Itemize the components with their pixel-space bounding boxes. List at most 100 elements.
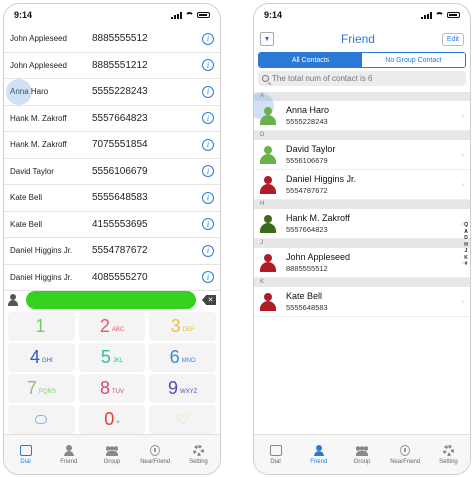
tab-label: NearFriend [140,458,171,465]
info-icon[interactable]: i [202,59,214,72]
tab-group[interactable]: Group [340,435,383,474]
contact-name: David Taylor [286,144,336,154]
key-3[interactable]: 3 DEF [149,312,216,341]
key-6[interactable]: 6 MNO [149,343,216,372]
key-letters: DEF [182,326,195,333]
avatar-icon [260,253,276,272]
contact-phone: 8885555512 [286,264,328,273]
info-icon[interactable]: i [202,32,214,45]
tab-dial[interactable]: Dial [4,435,47,474]
list-item[interactable]: David Taylor 5556106679 i [4,159,220,185]
contact-info: Hank M. Zakroff 5557664823 [286,213,461,234]
tab-friend[interactable]: Friend [47,435,90,474]
info-icon[interactable]: i [202,191,214,204]
list-item[interactable]: John Appleseed 8885555512 i [4,26,220,53]
info-icon[interactable]: i [202,218,214,231]
contact-row[interactable]: Kate Bell 5555648583 › [254,287,470,317]
key-digit: 7 [26,378,37,398]
info-icon[interactable]: i [202,85,214,98]
key-letters: TUV [112,388,124,395]
key-2[interactable]: 2 ABC [78,312,146,341]
message-icon [35,415,48,424]
touch-indicator [6,79,32,105]
contact-phone: 5556106679 [286,156,328,165]
contact-row[interactable]: Hank M. Zakroff 5557664823 › [254,209,470,239]
search-bar[interactable]: The total num of contact is 6 [258,71,466,86]
key-1[interactable]: 1 [8,312,75,341]
tab-setting[interactable]: Setting [177,435,220,474]
contact-name: Daniel Higgins Jr. [10,272,73,282]
key-5[interactable]: 5 JKL [78,343,146,372]
info-icon[interactable]: i [202,165,214,178]
add-contact-icon[interactable] [8,294,20,306]
index-letter[interactable]: # [464,261,468,268]
contact-name: Kate Bell [10,219,43,229]
key-letters: WXYZ [179,388,198,395]
list-item[interactable]: John Appleseed 8885551212 i [4,53,220,79]
list-item[interactable]: Hank M. Zakroff 5557664823 i [4,106,220,132]
heart-icon: ♡ [176,411,189,427]
tab-setting[interactable]: Setting [427,435,470,474]
dropdown-button[interactable]: ▼ [260,32,274,46]
near-friend-icon [400,444,411,456]
key-4[interactable]: 4 GHI [8,343,75,372]
info-icon[interactable]: i [202,112,214,125]
contact-row[interactable]: David Taylor 5556106679 › [254,140,470,170]
list-item[interactable]: Kate Bell 4155553695 i [4,212,220,238]
key-message[interactable] [8,405,75,434]
section-index[interactable]: Q A D H J K # [464,222,468,268]
tab-label: Group [103,458,121,465]
avatar-icon [260,175,276,194]
key-digit: 2 [99,316,110,336]
key-7[interactable]: 7 PQRS [8,374,75,403]
key-digit: 8 [99,378,110,398]
list-item[interactable]: Daniel Higgins Jr. 5554787672 i [4,238,220,265]
status-bar: 9:14 [254,4,470,26]
backspace-icon[interactable]: ✕ [202,295,216,305]
tab-nearfriend[interactable]: NearFriend [384,435,427,474]
contact-row[interactable]: Daniel Higgins Jr. 5554787672 › [254,170,470,200]
key-digit: 3 [170,316,181,336]
tab-group[interactable]: Group [90,435,133,474]
tab-nearfriend[interactable]: NearFriend [134,435,177,474]
tab-friend[interactable]: Friend [297,435,340,474]
segment-no-group-contact[interactable]: No Group Contact [362,53,465,67]
edit-button[interactable]: Edit [441,32,464,46]
call-button[interactable] [26,291,196,309]
contact-list: A Anna Haro 5555228243 › D David Taylor 555610… [254,92,470,317]
tab-label: NearFriend [390,458,421,465]
list-item[interactable]: Daniel Higgins Jr. 4085555270 i [4,265,220,291]
list-item[interactable]: Anna Haro 5555228243 i [4,79,220,106]
contact-row[interactable]: John Appleseed 8885555512 › [254,248,470,278]
contact-info: David Taylor 5556106679 [286,144,461,165]
key-digit: 6 [169,347,180,367]
tab-dial[interactable]: Dial [254,435,297,474]
contact-phone: 5555648583 [286,303,328,312]
tab-label: Dial [270,458,281,465]
contact-row[interactable]: Anna Haro 5555228243 › [254,93,470,131]
info-icon[interactable]: i [202,271,214,284]
key-favorite[interactable]: ♡ [149,405,216,434]
contact-number: 4155553695 [92,218,148,230]
list-item[interactable]: Hank M. Zakroff 7075551854 i [4,132,220,159]
contact-number: 4085555270 [92,271,148,283]
avatar-icon [260,106,276,125]
key-letters: GHI [42,357,53,364]
contact-name: Daniel Higgins Jr. [286,174,357,184]
list-item[interactable]: Kate Bell 5555648583 i [4,185,220,212]
nav-bar: ▼ Friend Edit [254,26,470,52]
segment-all-contacts[interactable]: All Contacts [259,53,362,67]
friend-icon [313,444,325,456]
key-8[interactable]: 8 TUV [78,374,146,403]
contact-name: Hank M. Zakroff [10,113,67,123]
contact-name: Anna Haro [286,105,330,115]
dial-icon [19,444,32,456]
key-digit: 1 [35,316,46,336]
info-icon[interactable]: i [202,138,214,151]
search-icon [262,75,269,82]
key-0[interactable]: 0 + [78,405,146,434]
key-9[interactable]: 9 WXYZ [149,374,216,403]
info-icon[interactable]: i [202,244,214,257]
search-placeholder: The total num of contact is 6 [272,74,373,83]
contact-number: 5557664823 [92,112,148,124]
